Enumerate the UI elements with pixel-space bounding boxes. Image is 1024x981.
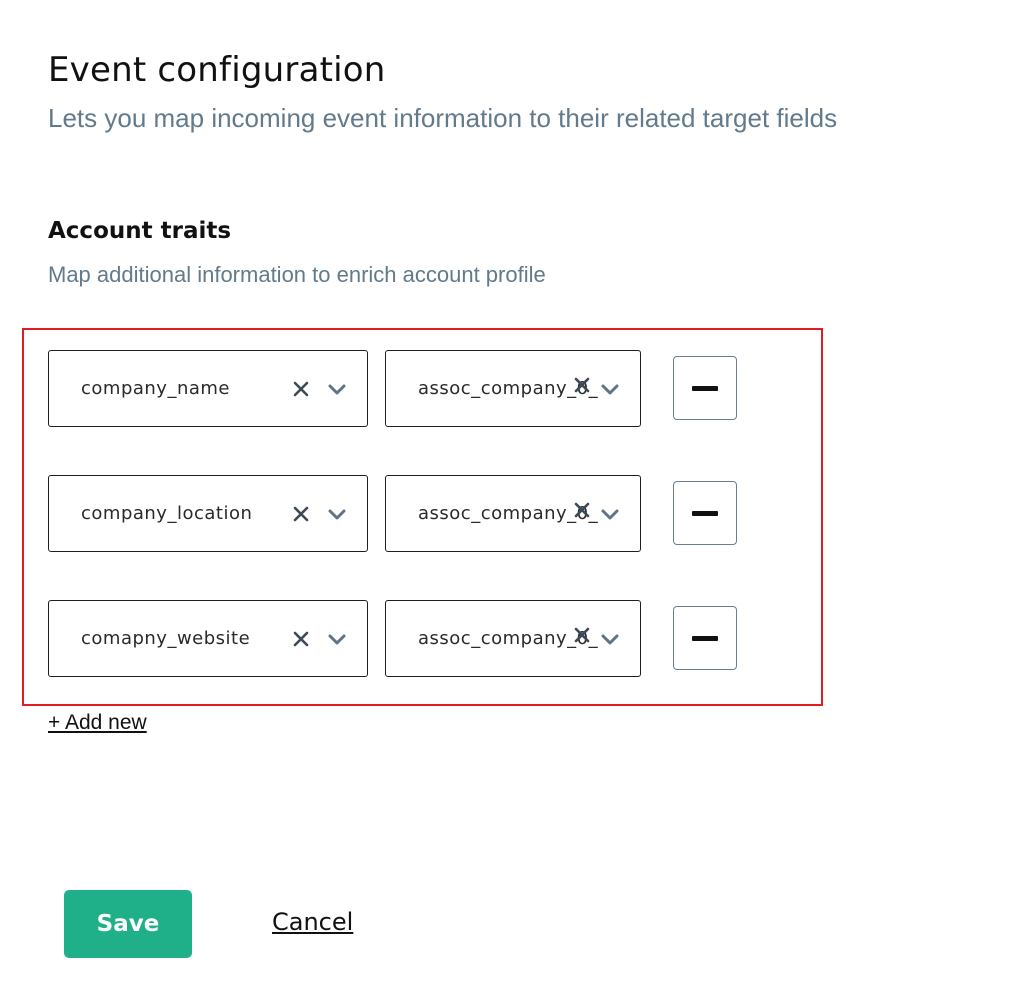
- minus-icon: [692, 386, 718, 391]
- target-field-select[interactable]: assoc_company_0_: [385, 350, 641, 427]
- close-icon[interactable]: [291, 629, 311, 649]
- close-icon[interactable]: [572, 375, 592, 395]
- source-field-value: comapny_website: [81, 628, 251, 649]
- source-field-value: company_name: [81, 378, 231, 399]
- chevron-down-icon[interactable]: [327, 629, 347, 649]
- mapping-row: comapny_website assoc_company_0_: [48, 600, 738, 677]
- mapping-row: company_location assoc_company_0_: [48, 475, 738, 552]
- close-icon[interactable]: [291, 379, 311, 399]
- source-field-select[interactable]: company_location: [48, 475, 368, 552]
- source-field-select[interactable]: company_name: [48, 350, 368, 427]
- target-field-select[interactable]: assoc_company_0_: [385, 600, 641, 677]
- section-subtitle: Map additional information to enrich acc…: [48, 262, 546, 287]
- chevron-down-icon[interactable]: [327, 379, 347, 399]
- close-icon[interactable]: [572, 625, 592, 645]
- page-title: Event configuration: [48, 50, 386, 90]
- section-title: Account traits: [48, 218, 232, 244]
- chevron-down-icon[interactable]: [600, 629, 620, 649]
- cancel-link[interactable]: Cancel: [272, 908, 353, 936]
- remove-row-button[interactable]: [673, 356, 737, 420]
- minus-icon: [692, 511, 718, 516]
- chevron-down-icon[interactable]: [600, 504, 620, 524]
- chevron-down-icon[interactable]: [327, 504, 347, 524]
- page-subtitle: Lets you map incoming event information …: [48, 103, 838, 133]
- chevron-down-icon[interactable]: [600, 379, 620, 399]
- minus-icon: [692, 636, 718, 641]
- remove-row-button[interactable]: [673, 481, 737, 545]
- target-field-select[interactable]: assoc_company_0_: [385, 475, 641, 552]
- mapping-row: company_name assoc_company_0_: [48, 350, 738, 427]
- close-icon[interactable]: [572, 500, 592, 520]
- source-field-select[interactable]: comapny_website: [48, 600, 368, 677]
- add-new-link[interactable]: + Add new: [48, 711, 147, 735]
- save-button[interactable]: Save: [64, 890, 192, 958]
- close-icon[interactable]: [291, 504, 311, 524]
- remove-row-button[interactable]: [673, 606, 737, 670]
- source-field-value: company_location: [81, 503, 253, 524]
